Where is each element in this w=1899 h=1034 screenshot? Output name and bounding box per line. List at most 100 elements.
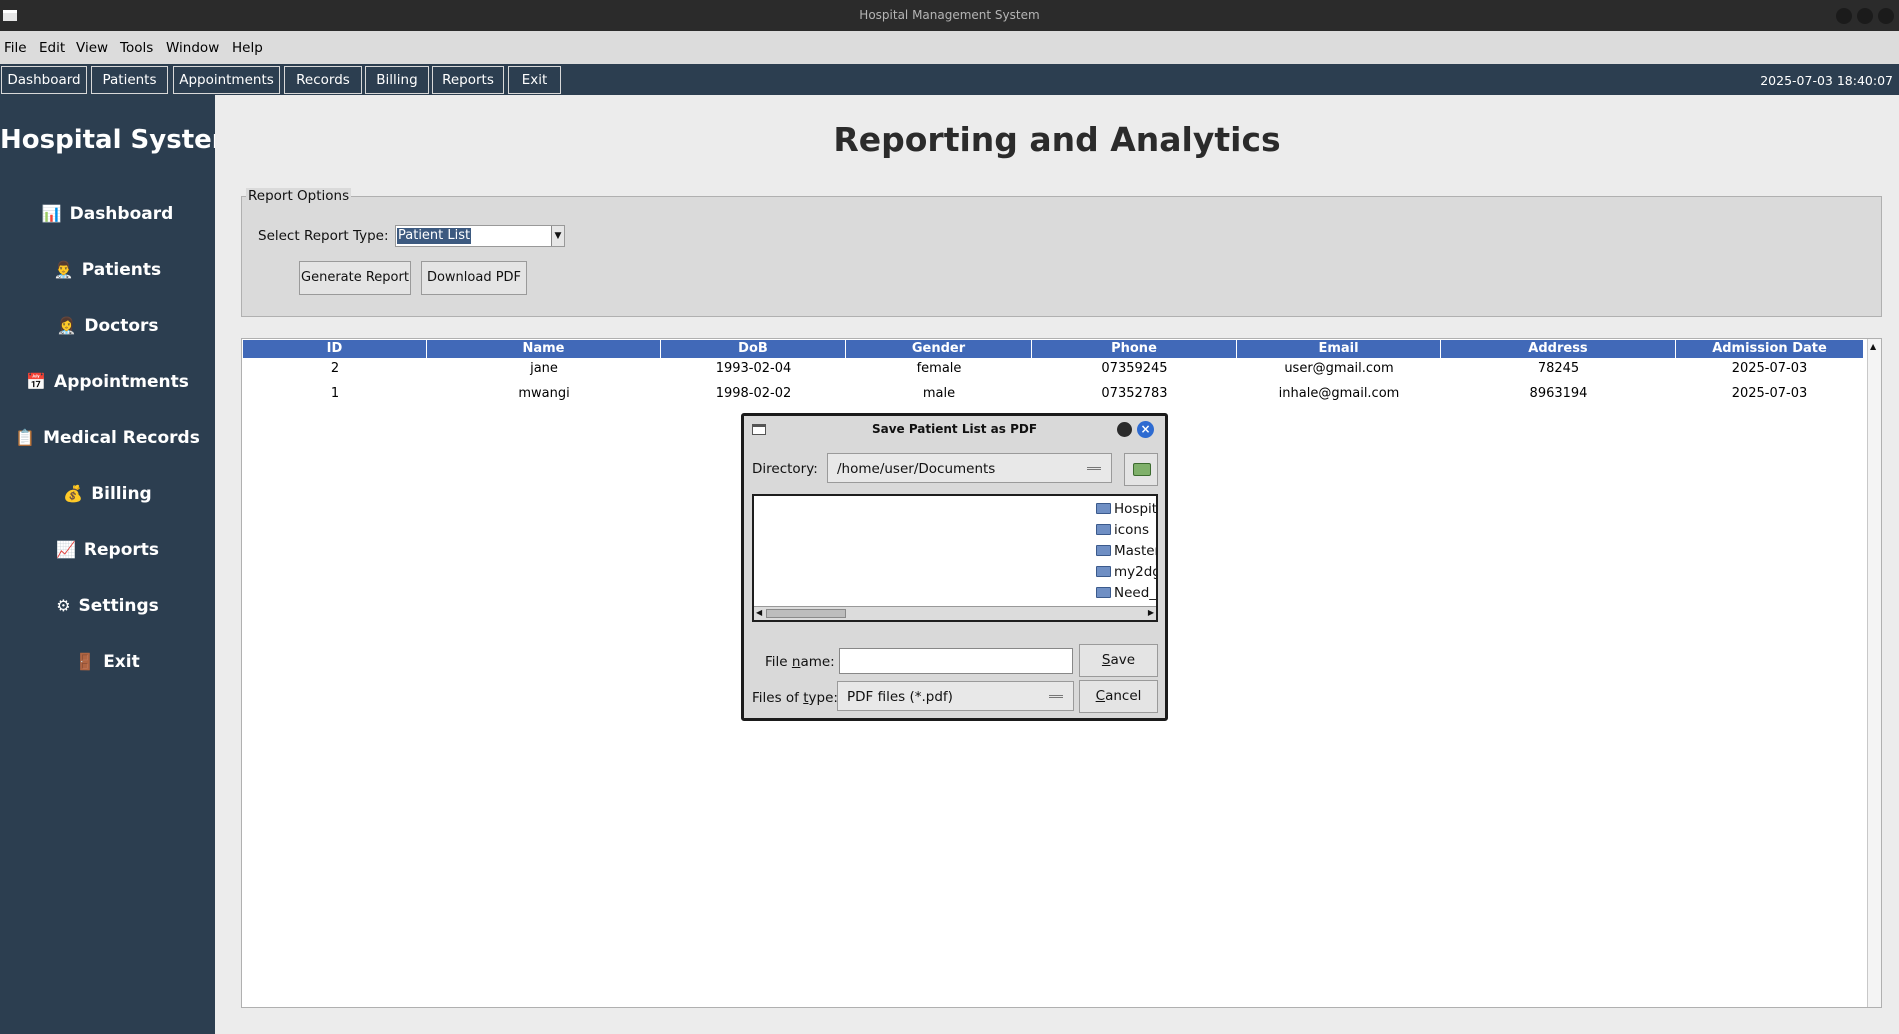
column-header-phone[interactable]: Phone (1032, 340, 1237, 358)
sidebar-item-patients[interactable]: 👨‍⚕️ Patients (0, 260, 215, 280)
column-header-dob[interactable]: DoB (661, 340, 846, 358)
dropdown-arrow-icon[interactable]: ▼ (551, 226, 564, 246)
sidebar-item-reports[interactable]: 📈 Reports (0, 540, 215, 560)
sidebar-item-label: Dashboard (69, 204, 174, 224)
menu-edit[interactable]: Edit (39, 40, 65, 56)
filetype-value: PDF files (*.pdf) (847, 689, 953, 705)
cell-name: jane (530, 361, 558, 376)
sidebar: Hospital System 📊 Dashboard 👨‍⚕️ Patients … (0, 95, 239, 1034)
menu-tools[interactable]: Tools (120, 40, 153, 56)
folder-name: my2dga (1114, 564, 1156, 580)
minimize-button[interactable] (1836, 8, 1852, 24)
file-list-horizontal-scrollbar[interactable]: ◀ ▶ (754, 606, 1156, 620)
tab-appointments[interactable]: Appointments (173, 66, 280, 94)
report-type-value: Patient List (397, 228, 472, 244)
doctor-icon: 👩‍⚕️ (56, 316, 77, 335)
cell-admission-date: 2025-07-03 (1731, 386, 1808, 401)
folder-icon (1096, 545, 1111, 556)
column-header-admission-date[interactable]: Admission Date (1676, 340, 1863, 358)
file-list[interactable]: Hospita icons Masteri my2dga Need_fo ◀ ▶ (752, 494, 1158, 622)
folder-name: Need_fo (1114, 585, 1157, 601)
scroll-thumb[interactable] (766, 609, 846, 618)
dialog-close-button[interactable]: × (1137, 421, 1154, 438)
health-worker-icon: 👨‍⚕️ (53, 260, 74, 279)
window-title: Hospital Management System (859, 8, 1040, 22)
tab-dashboard[interactable]: Dashboard (1, 66, 87, 94)
folder-name: Masteri (1114, 543, 1156, 559)
column-header-email[interactable]: Email (1237, 340, 1441, 358)
folder-item[interactable]: Need_fo (1096, 585, 1157, 601)
page-title: Reporting and Analytics (833, 120, 1281, 159)
column-header-gender[interactable]: Gender (846, 340, 1032, 358)
cell-gender: female (916, 361, 962, 376)
folder-item[interactable]: my2dga (1096, 564, 1156, 580)
gear-icon: ⚙ (56, 596, 71, 615)
filetype-label: Files of type: (752, 690, 838, 706)
sidebar-item-medical-records[interactable]: 📋 Medical Records (0, 428, 215, 448)
menu-window[interactable]: Window (166, 40, 219, 56)
sidebar-item-label: Exit (103, 652, 140, 672)
cancel-button[interactable]: Cancel (1079, 680, 1158, 713)
clipboard-icon: 📋 (15, 428, 36, 447)
tab-reports[interactable]: Reports (432, 66, 504, 94)
tab-patients[interactable]: Patients (91, 66, 168, 94)
cell-name: mwangi (518, 386, 570, 401)
folder-item[interactable]: icons (1096, 522, 1149, 538)
folder-item[interactable]: Masteri (1096, 543, 1156, 559)
money-bag-icon: 💰 (63, 484, 84, 503)
tab-records[interactable]: Records (284, 66, 362, 94)
menu-view[interactable]: View (76, 40, 108, 56)
dialog-title: Save Patient List as PDF (744, 416, 1165, 442)
column-header-id[interactable]: ID (243, 340, 427, 358)
folder-name: icons (1114, 522, 1150, 538)
scroll-right-icon[interactable]: ▶ (1148, 608, 1154, 617)
sidebar-item-dashboard[interactable]: 📊 Dashboard (0, 204, 215, 224)
trend-chart-icon: 📈 (55, 540, 76, 559)
cell-id: 1 (330, 386, 340, 401)
cell-email: inhale@gmail.com (1278, 386, 1400, 401)
directory-select[interactable]: /home/user/Documents (827, 453, 1112, 483)
scroll-up-icon[interactable]: ▲ (1870, 342, 1876, 351)
menu-help[interactable]: Help (232, 40, 263, 56)
tab-exit[interactable]: Exit (508, 66, 561, 94)
sidebar-brand: Hospital System (0, 125, 239, 155)
report-options-panel: Report Options Select Report Type: Patie… (241, 188, 1882, 317)
column-header-name[interactable]: Name (427, 340, 661, 358)
sidebar-item-appointments[interactable]: 📅 Appointments (0, 372, 215, 392)
close-window-button[interactable] (1878, 8, 1894, 24)
filename-label: File name: (765, 654, 835, 670)
save-button[interactable]: Save (1079, 644, 1158, 677)
sidebar-item-label: Doctors (84, 316, 159, 336)
filename-input[interactable] (839, 648, 1073, 674)
close-icon: × (1140, 422, 1151, 436)
cell-id: 2 (330, 361, 340, 376)
sidebar-item-exit[interactable]: 🚪 Exit (0, 652, 215, 672)
tab-billing[interactable]: Billing (365, 66, 429, 94)
download-pdf-button[interactable]: Download PDF (421, 261, 527, 295)
table-row[interactable]: 2 jane 1993-02-04 female 07359245 user@g… (243, 359, 1863, 381)
column-header-address[interactable]: Address (1441, 340, 1676, 358)
filetype-select[interactable]: PDF files (*.pdf) (837, 681, 1074, 711)
sidebar-item-settings[interactable]: ⚙ Settings (0, 596, 215, 616)
sidebar-item-doctors[interactable]: 👩‍⚕️ Doctors (0, 316, 215, 336)
folder-up-icon (1133, 463, 1151, 476)
sidebar-item-label: Billing (91, 484, 152, 504)
folder-icon (1096, 587, 1111, 598)
cell-dob: 1993-02-04 (715, 361, 792, 376)
sidebar-item-billing[interactable]: 💰 Billing (0, 484, 215, 504)
maximize-button[interactable] (1857, 8, 1873, 24)
toolbar: Dashboard Patients Appointments Records … (0, 64, 1899, 95)
parent-directory-button[interactable] (1124, 453, 1158, 486)
table-vertical-scrollbar[interactable]: ▲ (1867, 339, 1881, 1007)
folder-item[interactable]: Hospita (1096, 501, 1156, 517)
dialog-minimize-button[interactable] (1117, 422, 1132, 437)
generate-report-button[interactable]: Generate Report (299, 261, 411, 295)
menu-file[interactable]: File (4, 40, 27, 56)
scroll-left-icon[interactable]: ◀ (756, 608, 762, 617)
cell-dob: 1998-02-02 (715, 386, 792, 401)
window-titlebar: Hospital Management System (0, 0, 1899, 31)
report-type-select[interactable]: Patient List ▼ (395, 225, 565, 247)
table-row[interactable]: 1 mwangi 1998-02-02 male 07352783 inhale… (243, 384, 1863, 406)
cell-admission-date: 2025-07-03 (1731, 361, 1808, 376)
dropdown-handle-icon (1087, 467, 1101, 470)
